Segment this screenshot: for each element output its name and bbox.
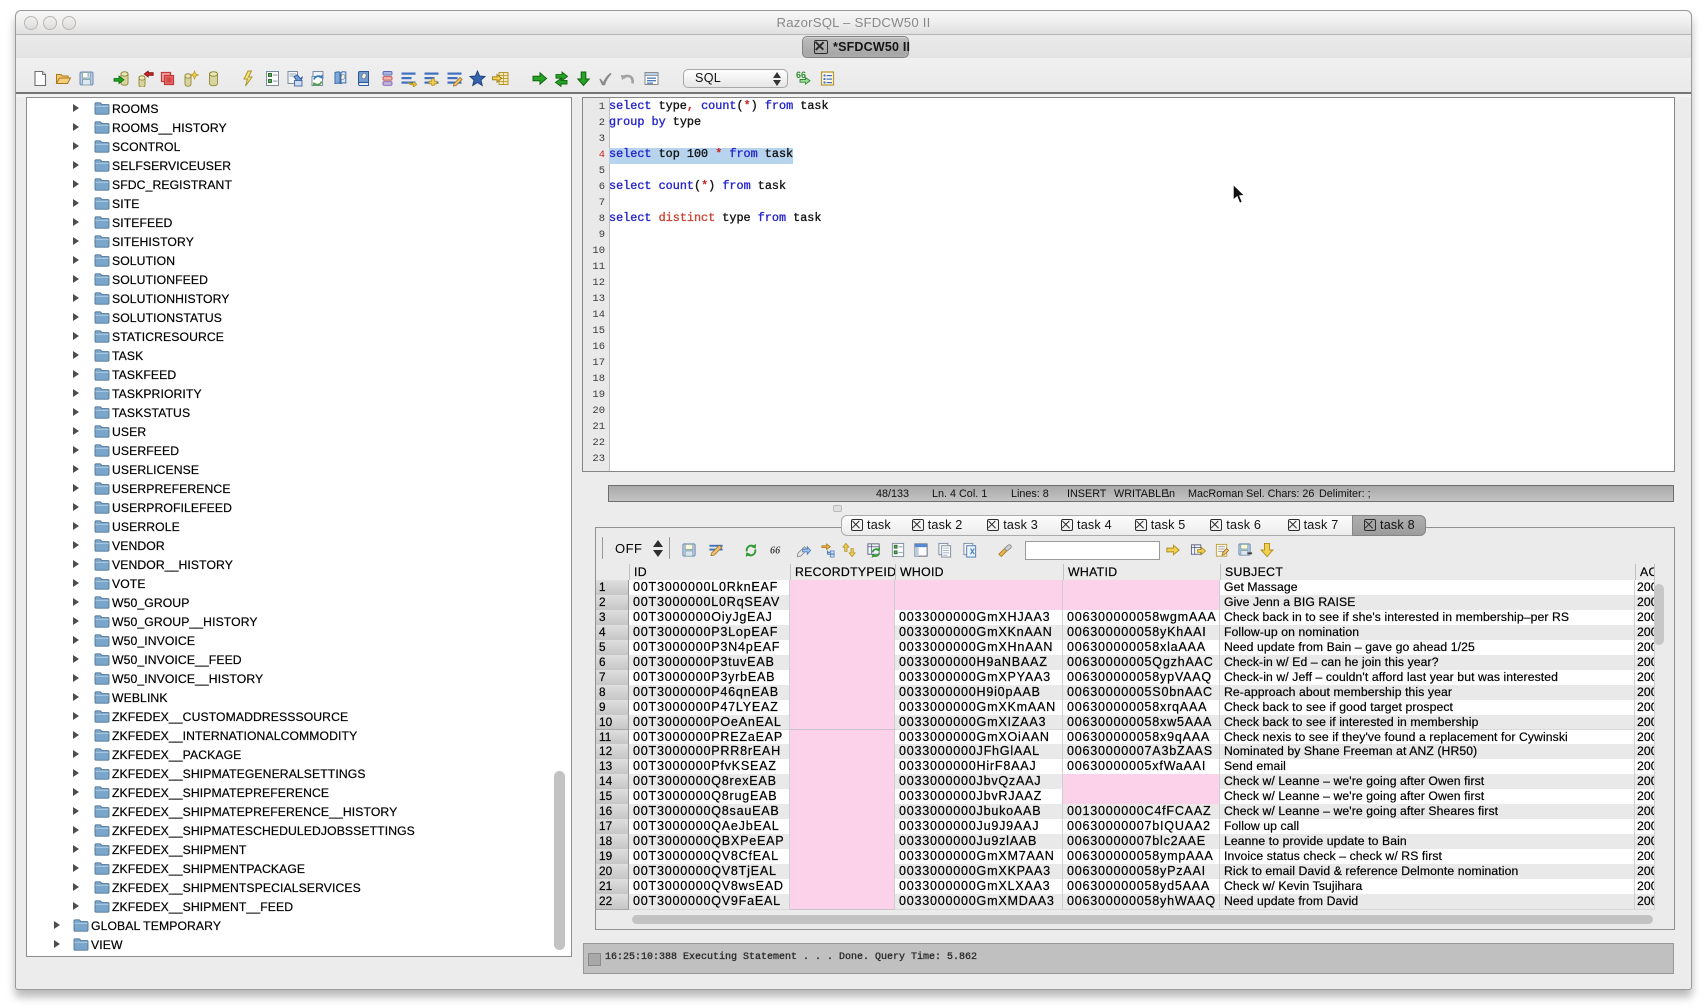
svg-text:66: 66 xyxy=(770,545,781,556)
svg-text:66: 66 xyxy=(796,70,806,80)
